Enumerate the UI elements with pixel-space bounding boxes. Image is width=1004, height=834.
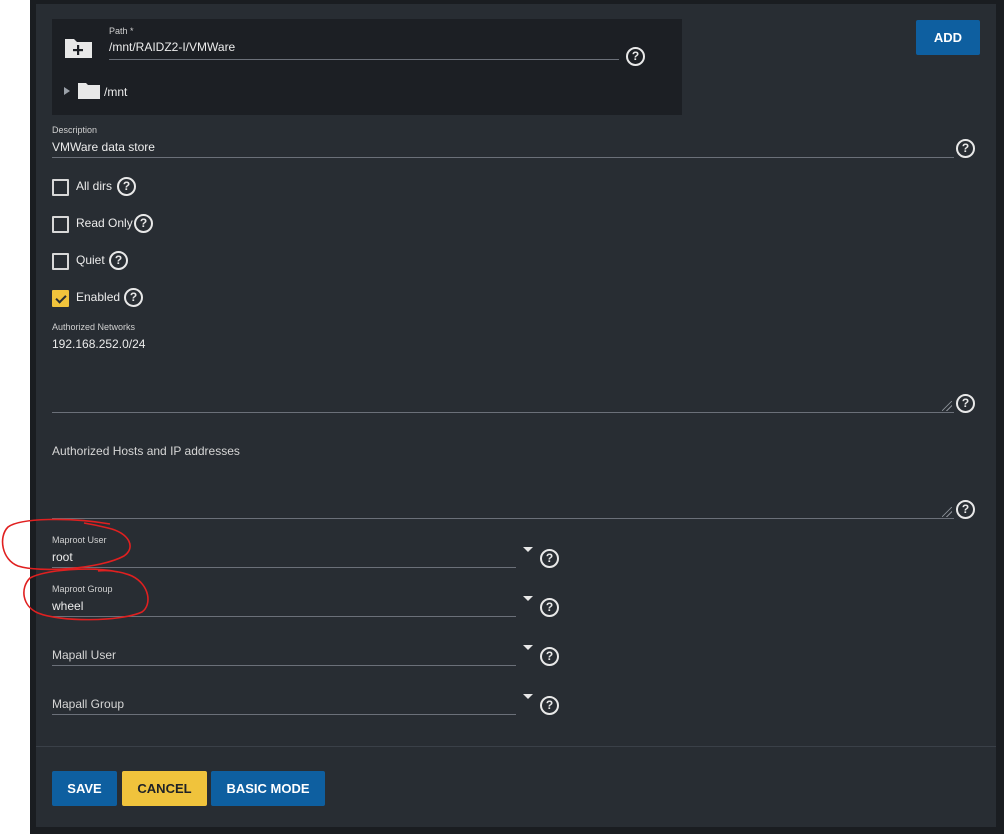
- maproot-user-label: Maproot User: [52, 535, 107, 545]
- description-help-icon[interactable]: ?: [956, 139, 975, 158]
- all-dirs-checkbox[interactable]: [52, 179, 69, 196]
- path-label: Path *: [109, 26, 134, 36]
- authorized-networks-help-icon[interactable]: ?: [956, 394, 975, 413]
- maproot-group-chevron-down-icon[interactable]: [523, 596, 533, 601]
- path-input[interactable]: /mnt/RAIDZ2-I/VMWare: [109, 40, 235, 54]
- tree-node-mnt[interactable]: /mnt: [104, 85, 127, 99]
- cancel-button[interactable]: CANCEL: [122, 771, 207, 806]
- tree-expand-icon[interactable]: [64, 87, 70, 95]
- quiet-checkbox[interactable]: [52, 253, 69, 270]
- description-underline: [52, 157, 954, 158]
- maproot-user-select[interactable]: root: [52, 550, 73, 564]
- nfs-share-form: Path * /mnt/RAIDZ2-I/VMWare ? /mnt ADD D…: [36, 4, 996, 827]
- mapall-group-help-icon[interactable]: ?: [540, 696, 559, 715]
- mapall-user-underline: [52, 665, 516, 666]
- all-dirs-help-icon[interactable]: ?: [117, 177, 136, 196]
- folder-icon: [78, 82, 100, 99]
- enabled-help-icon[interactable]: ?: [124, 288, 143, 307]
- save-button[interactable]: SAVE: [52, 771, 117, 806]
- mapall-group-chevron-down-icon[interactable]: [523, 694, 533, 699]
- basic-mode-button[interactable]: BASIC MODE: [211, 771, 325, 806]
- mapall-user-select[interactable]: Mapall User: [52, 648, 116, 662]
- authorized-hosts-help-icon[interactable]: ?: [956, 500, 975, 519]
- authorized-networks-label: Authorized Networks: [52, 322, 136, 332]
- add-button[interactable]: ADD: [916, 20, 980, 55]
- quiet-help-icon[interactable]: ?: [109, 251, 128, 270]
- mapall-group-select[interactable]: Mapall Group: [52, 697, 124, 711]
- description-input[interactable]: VMWare data store: [52, 140, 155, 154]
- path-input-underline: [109, 59, 619, 60]
- path-explorer: Path * /mnt/RAIDZ2-I/VMWare ? /mnt: [52, 19, 682, 115]
- authorized-networks-resize-handle[interactable]: [942, 401, 952, 411]
- mapall-user-help-icon[interactable]: ?: [540, 647, 559, 666]
- maproot-group-underline: [52, 616, 516, 617]
- enabled-label: Enabled: [76, 290, 121, 304]
- maproot-group-label: Maproot Group: [52, 584, 113, 594]
- folder-add-icon[interactable]: [64, 36, 94, 58]
- mapall-user-chevron-down-icon[interactable]: [523, 645, 533, 650]
- all-dirs-label: All dirs: [76, 179, 113, 193]
- quiet-label: Quiet: [76, 253, 105, 267]
- authorized-networks-underline: [52, 412, 954, 413]
- authorized-hosts-textarea[interactable]: Authorized Hosts and IP addresses: [52, 444, 240, 458]
- path-help-icon[interactable]: ?: [626, 47, 645, 66]
- maproot-user-help-icon[interactable]: ?: [540, 549, 559, 568]
- maproot-group-select[interactable]: wheel: [52, 599, 83, 613]
- authorized-hosts-resize-handle[interactable]: [942, 507, 952, 517]
- authorized-hosts-underline: [52, 518, 954, 519]
- read-only-checkbox[interactable]: [52, 216, 69, 233]
- form-actions-divider: [36, 746, 996, 747]
- read-only-help-icon[interactable]: ?: [134, 214, 153, 233]
- maproot-user-chevron-down-icon[interactable]: [523, 547, 533, 552]
- description-label: Description: [52, 125, 98, 135]
- authorized-networks-textarea[interactable]: 192.168.252.0/24: [52, 337, 145, 351]
- maproot-user-underline: [52, 567, 516, 568]
- mapall-group-underline: [52, 714, 516, 715]
- enabled-checkbox[interactable]: [52, 290, 69, 307]
- maproot-group-help-icon[interactable]: ?: [540, 598, 559, 617]
- read-only-label: Read Only: [76, 216, 133, 230]
